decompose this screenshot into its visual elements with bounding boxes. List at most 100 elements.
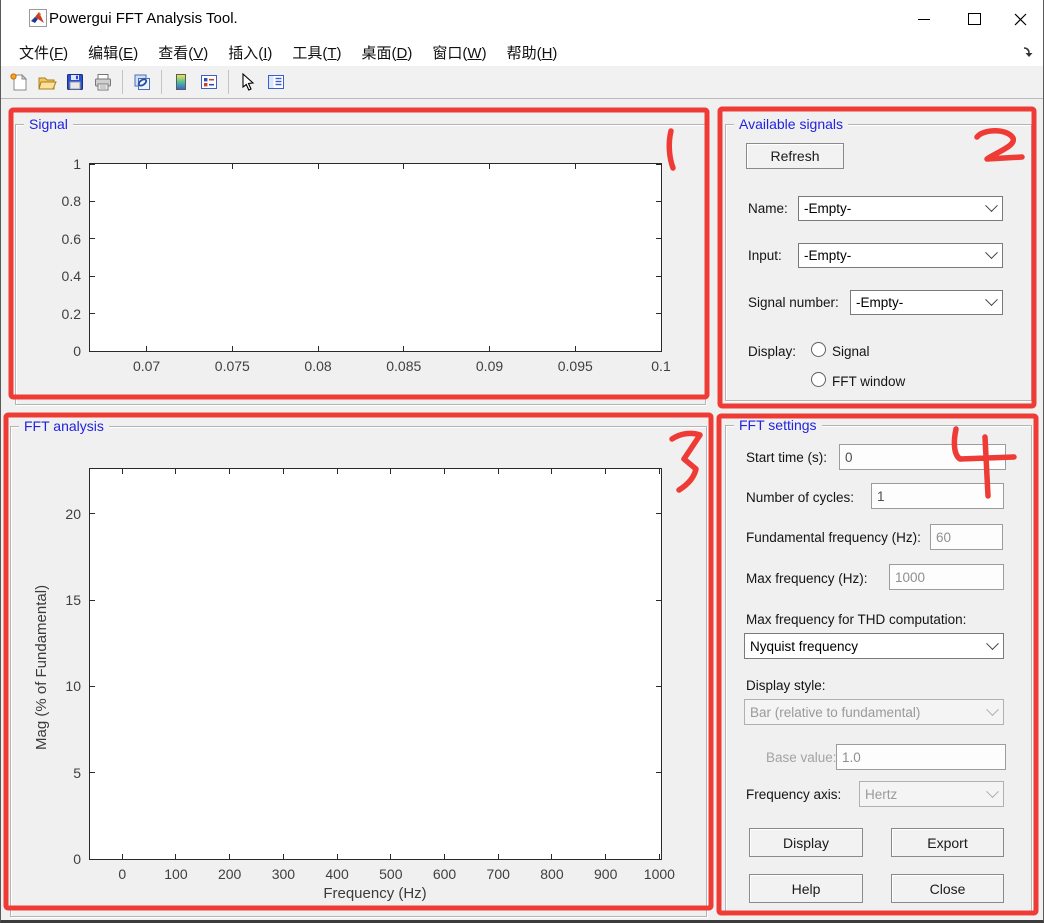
signal-number-label: Signal number: (748, 295, 839, 310)
max-frequency-field[interactable]: 1000 (889, 564, 1004, 590)
input-dropdown[interactable]: -Empty- (798, 243, 1003, 268)
signal-radio[interactable] (811, 342, 826, 357)
axis-tick (656, 685, 661, 687)
axis-tick (497, 469, 499, 474)
axis-tick-label: 0.6 (61, 230, 81, 247)
save-icon[interactable] (63, 70, 87, 94)
axis-tick-label: 0.085 (386, 358, 422, 374)
axis-tick (90, 685, 95, 687)
axis-tick (317, 164, 319, 169)
axis-tick-label: 800 (540, 866, 564, 882)
axis-tick (231, 346, 233, 351)
close-button[interactable] (997, 0, 1043, 38)
name-dropdown[interactable]: -Empty- (798, 196, 1003, 221)
axis-tick (574, 164, 576, 169)
menu-tools[interactable]: 工具(T) (282, 39, 351, 66)
display-button[interactable]: Display (749, 828, 863, 857)
axis-tick (656, 599, 661, 601)
axis-tick (656, 163, 661, 165)
axis-tick (489, 164, 491, 169)
fft-window-radio[interactable] (811, 372, 826, 387)
fundamental-frequency-field[interactable]: 60 (930, 524, 1003, 550)
minimize-icon (918, 18, 930, 20)
chevron-down-icon (981, 197, 1002, 220)
axis-tick (656, 238, 661, 240)
axis-tick-label: 10 (65, 678, 81, 695)
chevron-down-icon (982, 782, 1003, 806)
axis-tick (390, 469, 392, 474)
menu-help[interactable]: 帮助(H) (497, 39, 568, 66)
axis-tick-label: 0.8 (61, 193, 81, 210)
property-editor-icon[interactable] (264, 70, 288, 94)
axis-tick-label: 15 (65, 592, 81, 609)
refresh-button[interactable]: Refresh (746, 143, 844, 169)
menu-view[interactable]: 查看(V) (148, 39, 218, 66)
input-label: Input: (748, 248, 782, 263)
new-file-icon[interactable] (7, 70, 31, 94)
link-plot-icon[interactable] (130, 70, 154, 94)
axis-tick (146, 164, 148, 169)
cycles-field[interactable]: 1 (871, 483, 1004, 509)
toolbar-separator (122, 70, 123, 94)
axis-tick-label: 1 (73, 156, 81, 172)
axis-tick (403, 164, 405, 169)
chevron-down-icon (982, 700, 1003, 724)
max-frequency-label: Max frequency (Hz): (746, 571, 868, 586)
axis-tick (231, 164, 233, 169)
chevron-down-icon (982, 634, 1003, 658)
start-time-label: Start time (s): (746, 450, 828, 465)
axis-tick (656, 772, 661, 774)
axis-tick (90, 772, 95, 774)
axis-tick-label: 0.07 (132, 358, 161, 374)
axis-tick (90, 238, 95, 240)
menu-window[interactable]: 窗口(W) (422, 39, 496, 66)
minimize-button[interactable] (901, 0, 947, 38)
axis-tick-label: 700 (486, 866, 510, 882)
app-window: Powergui FFT Analysis Tool. 文件(F) 编辑(E) … (0, 0, 1044, 923)
dock-arrow-icon[interactable] (1021, 44, 1035, 58)
thd-max-frequency-dropdown[interactable]: Nyquist frequency (744, 633, 1004, 659)
edit-plot-icon[interactable] (236, 70, 260, 94)
axis-tick (90, 163, 95, 165)
axis-tick (90, 513, 95, 515)
insert-colorbar-icon[interactable] (169, 70, 193, 94)
fft-plot: 0 100 200 300 400 500 600 700 800 900 1000 0 5 10 15 20 (65, 468, 675, 882)
help-button[interactable]: Help (749, 874, 863, 903)
menu-desktop[interactable]: 桌面(D) (352, 39, 423, 66)
axis-tick (282, 854, 284, 859)
base-value-label: Base value: (766, 750, 837, 765)
menu-insert[interactable]: 插入(I) (218, 39, 282, 66)
axis-tick (656, 858, 661, 860)
tool-bar (1, 66, 1043, 99)
axis-tick (90, 599, 95, 601)
axis-tick-label: 200 (217, 866, 242, 882)
start-time-field[interactable]: 0 (839, 444, 1006, 470)
axis-tick (605, 854, 607, 859)
maximize-icon (967, 13, 981, 25)
open-file-icon[interactable] (35, 70, 59, 94)
axis-tick-label: 0 (118, 866, 127, 882)
menu-file[interactable]: 文件(F) (9, 39, 78, 66)
close-button-panel[interactable]: Close (891, 874, 1004, 903)
toolbar-separator (161, 70, 162, 94)
axis-tick (656, 200, 661, 202)
signal-panel-title: Signal (24, 116, 73, 132)
axis-tick-label: 0.09 (475, 358, 504, 374)
maximize-button[interactable] (951, 0, 997, 38)
print-icon[interactable] (91, 70, 115, 94)
window-title: Powergui FFT Analysis Tool. (49, 10, 238, 27)
axis-tick-label: 600 (432, 866, 457, 882)
frequency-axis-dropdown: Hertz (859, 781, 1004, 807)
axis-tick (403, 346, 405, 351)
signal-number-dropdown[interactable]: -Empty- (850, 290, 1003, 315)
insert-legend-icon[interactable] (197, 70, 221, 94)
available-signals-title: Available signals (734, 116, 849, 132)
axis-tick (656, 275, 661, 277)
axis-tick (658, 469, 660, 474)
menu-edit[interactable]: 编辑(E) (78, 39, 148, 66)
axis-tick-label: 0.1 (651, 358, 671, 374)
export-button[interactable]: Export (891, 828, 1004, 857)
axis-tick (444, 469, 446, 474)
axis-tick (229, 854, 231, 859)
axis-tick-label: 1000 (643, 866, 675, 882)
